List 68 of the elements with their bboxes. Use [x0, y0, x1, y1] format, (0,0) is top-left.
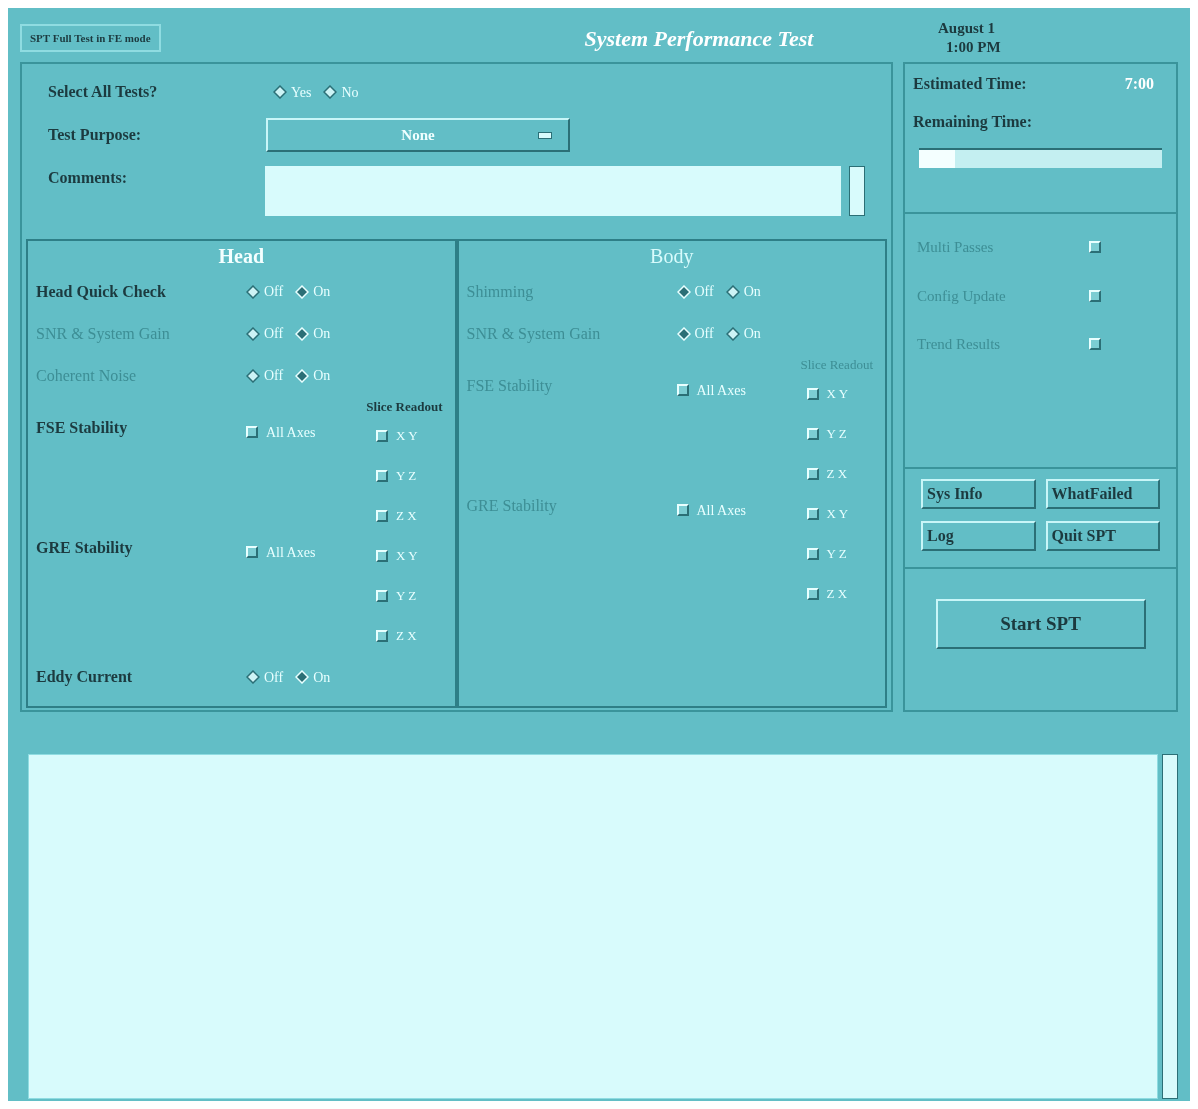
checkbox-label: Y Z — [826, 425, 847, 444]
option-label: On — [743, 283, 761, 301]
checkbox-label: Z X — [396, 627, 417, 646]
option-label: Off — [264, 325, 284, 343]
checkbox[interactable] — [246, 426, 258, 438]
checkbox-label: Y Z — [826, 545, 847, 564]
checkbox[interactable] — [376, 510, 388, 522]
checkbox-label: Z X — [396, 507, 417, 526]
action-button[interactable]: WhatFailed — [1045, 479, 1160, 509]
option-label: On — [313, 283, 331, 301]
radio-diamond-icon[interactable] — [323, 85, 338, 99]
checkbox-label: Z X — [826, 465, 848, 484]
checkbox-label: All Axes — [696, 384, 746, 398]
option-label: Off — [694, 325, 714, 343]
option-label: On — [313, 668, 331, 687]
test-purpose-label: Test Purpose: — [48, 125, 143, 146]
comments-label: Comments: — [48, 168, 129, 188]
checkbox-label: All Axes — [266, 426, 316, 440]
mode-label: SPT Full Test in FE mode — [20, 23, 161, 53]
checkbox[interactable] — [376, 470, 388, 482]
window-title: System Performance Test — [584, 24, 814, 53]
checkbox[interactable] — [376, 430, 388, 442]
checkbox-label: X Y — [826, 505, 849, 524]
checkbox[interactable] — [376, 590, 388, 602]
action-button[interactable]: Sys Info — [921, 479, 1036, 509]
date-label: August 1 — [938, 19, 996, 38]
option-label: Yes — [291, 83, 312, 102]
remaining-time-label: Remaining Time: — [913, 112, 1033, 133]
option-label: On — [313, 367, 331, 385]
checkbox-label: Y Z — [396, 467, 417, 486]
checkbox[interactable] — [246, 546, 258, 558]
test-label: Head Quick Check — [36, 281, 167, 302]
option-label: On — [743, 325, 761, 343]
checkbox-label: All Axes — [696, 504, 746, 518]
option-label: Off — [694, 283, 714, 301]
radio-diamond-icon[interactable] — [246, 670, 260, 684]
comments-field[interactable] — [264, 166, 842, 216]
option-label: No — [341, 83, 359, 102]
checkbox-label: All Axes — [266, 546, 316, 560]
checkbox[interactable] — [376, 550, 388, 562]
option-label: On — [313, 325, 331, 343]
checkbox[interactable] — [376, 630, 388, 642]
slice-readout-heading: Slice Readout — [366, 397, 443, 416]
radio-diamond-icon[interactable] — [273, 85, 287, 99]
option-label: Off — [264, 668, 284, 687]
action-button[interactable]: Quit SPT — [1045, 521, 1160, 551]
checkbox-label: Y Z — [396, 587, 417, 606]
section-title: Body — [650, 243, 694, 270]
estimated-time-value: 7:00 — [1124, 74, 1155, 94]
option-label: Off — [264, 367, 284, 385]
start-button[interactable]: Start SPT — [935, 599, 1146, 649]
test-label: FSE Stability — [36, 418, 129, 439]
time-label: 1:00 PM — [945, 38, 1001, 57]
checkbox-label: X Y — [396, 427, 418, 446]
test-label: GRE Stability — [36, 538, 134, 559]
checkbox-label: Z X — [826, 585, 848, 604]
radio-diamond-icon[interactable] — [246, 284, 260, 299]
scrollbar-icon — [849, 166, 865, 216]
checkbox-label: X Y — [826, 385, 849, 404]
select-all-label: Select All Tests? — [48, 82, 159, 102]
checkbox-label: X Y — [396, 547, 418, 566]
action-button[interactable]: Log — [921, 521, 1036, 551]
test-label: Eddy Current — [36, 667, 134, 688]
estimated-time-label: Estimated Time: — [913, 74, 1027, 94]
option-menu-icon — [538, 132, 552, 139]
option-label: Off — [264, 283, 284, 301]
section-title: Head — [218, 243, 265, 269]
vertical-scrollbar[interactable] — [1162, 754, 1178, 1099]
